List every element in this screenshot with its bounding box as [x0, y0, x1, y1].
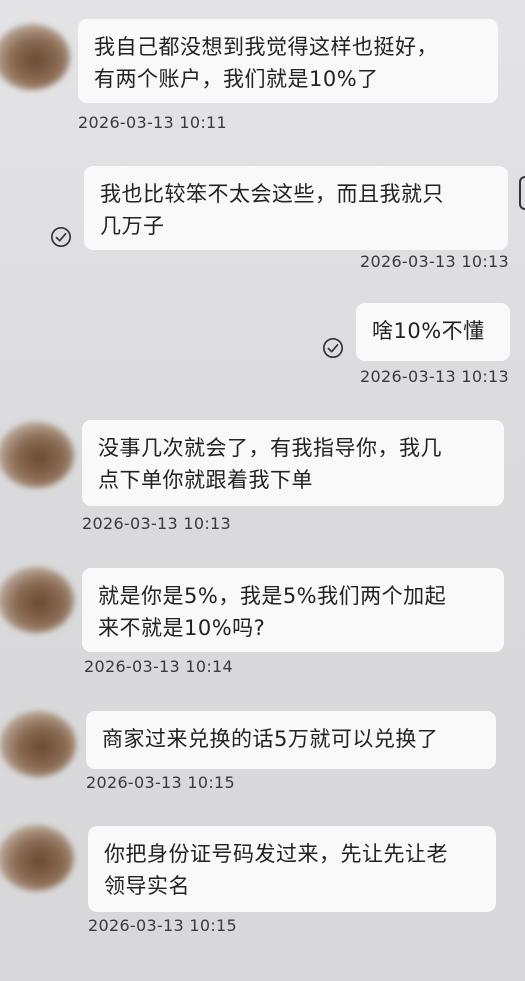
avatar[interactable]	[0, 825, 74, 891]
message-timestamp: 2026-03-13 10:14	[84, 657, 233, 676]
message-timestamp: 2026-03-13 10:11	[78, 113, 227, 132]
message-bubble[interactable]: 就是你是5%，我是5%我们两个加起 来不就是10%吗?	[82, 568, 504, 652]
message-bubble[interactable]: 我自己都没想到我觉得这样也挺好， 有两个账户，我们就是10%了	[78, 19, 498, 103]
message-bubble[interactable]: 我也比较笨不太会这些，而且我就只 几万子	[84, 166, 508, 250]
bubble-edge	[519, 176, 525, 210]
message-timestamp: 2026-03-13 10:15	[88, 916, 237, 935]
avatar[interactable]	[0, 24, 70, 90]
message-bubble[interactable]: 啥10%不懂	[356, 303, 510, 361]
check-circle-icon	[51, 227, 71, 247]
avatar[interactable]	[0, 422, 74, 488]
message-bubble[interactable]: 商家过来兑换的话5万就可以兑换了	[86, 711, 496, 769]
avatar[interactable]	[0, 711, 76, 777]
message-bubble[interactable]: 没事几次就会了，有我指导你，我几 点下单你就跟着我下单	[82, 420, 504, 506]
message-bubble[interactable]: 你把身份证号码发过来，先让先让老 领导实名	[88, 826, 496, 912]
message-timestamp: 2026-03-13 10:13	[360, 367, 509, 386]
chat-history: 我自己都没想到我觉得这样也挺好， 有两个账户，我们就是10%了 2026-03-…	[0, 0, 525, 981]
check-circle-icon	[323, 338, 343, 358]
message-timestamp: 2026-03-13 10:15	[86, 773, 235, 792]
avatar[interactable]	[0, 567, 74, 633]
message-timestamp: 2026-03-13 10:13	[82, 514, 231, 533]
message-timestamp: 2026-03-13 10:13	[360, 252, 509, 271]
